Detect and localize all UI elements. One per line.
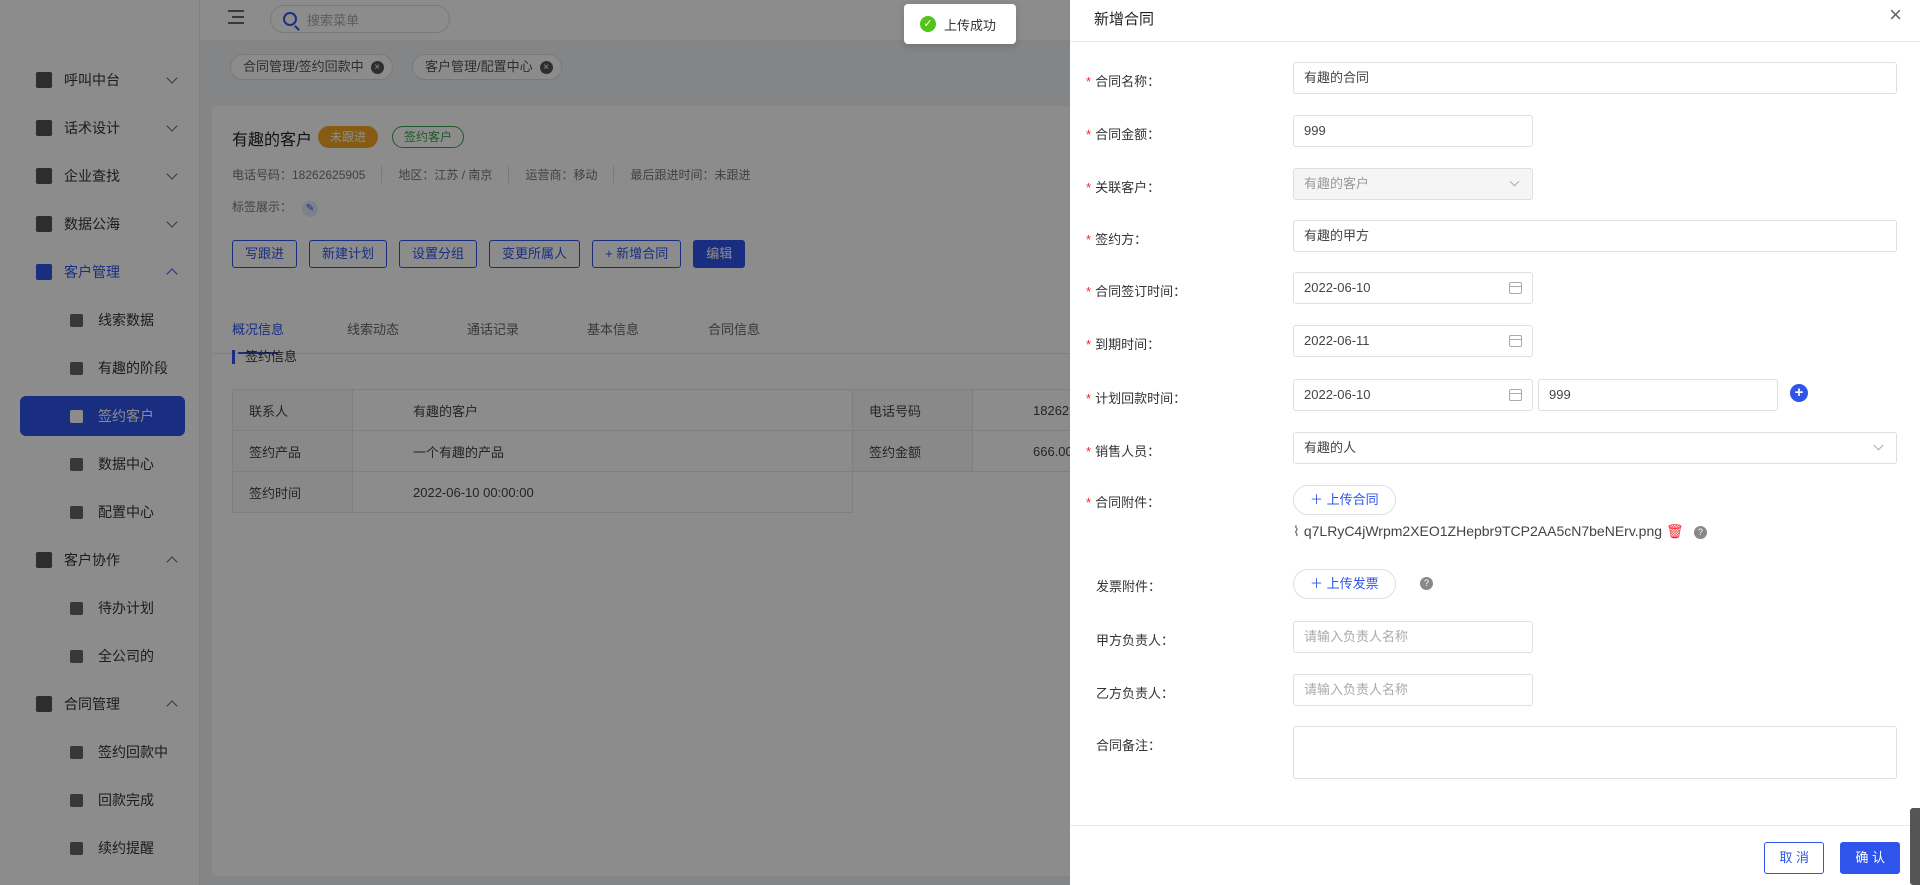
calendar-icon xyxy=(1509,335,1522,347)
partyB-owner-input[interactable]: 请输入负责人名称 xyxy=(1293,674,1533,706)
confirm-button[interactable]: 确 认 xyxy=(1840,842,1900,874)
chevron-down-icon xyxy=(1873,440,1884,451)
related-customer-select: 有趣的客户 xyxy=(1293,168,1533,200)
help-icon[interactable]: ? xyxy=(1420,577,1433,590)
help-icon[interactable]: ? xyxy=(1693,525,1707,539)
calendar-icon xyxy=(1509,282,1522,294)
cancel-button[interactable]: 取 消 xyxy=(1764,842,1824,874)
add-contract-drawer: 新增合同 × * 合同名称： 有趣的合同 * 合同金额： 999 * 关联客户： 有趣… xyxy=(1070,0,1920,885)
expire-date-picker[interactable]: 2022-06-11 xyxy=(1293,325,1533,357)
app-root: 呼叫中台 话术设计 企业查找 数据公海 客户管理 线索数据 有趣的阶段 签约客户… xyxy=(0,0,1920,885)
chevron-down-icon xyxy=(1509,176,1520,187)
add-plan-icon[interactable]: + xyxy=(1790,384,1808,402)
sign-date-picker[interactable]: 2022-06-10 xyxy=(1293,272,1533,304)
calendar-icon xyxy=(1509,389,1522,401)
plan-amount-input[interactable]: 999 xyxy=(1538,379,1778,411)
partyA-owner-input[interactable]: 请输入负责人名称 xyxy=(1293,621,1533,653)
contract-amount-input[interactable]: 999 xyxy=(1293,115,1533,147)
delete-icon[interactable]: 🗑 xyxy=(1666,523,1684,539)
side-indicator xyxy=(1910,808,1920,885)
upload-contract-button[interactable]: ＋ 上传合同 xyxy=(1293,485,1396,515)
check-circle-icon: ✓ xyxy=(920,16,936,32)
drawer-title: 新增合同 xyxy=(1094,11,1155,28)
paperclip-icon: ⌇ xyxy=(1293,523,1300,539)
drawer-footer: 取 消 确 认 xyxy=(1070,825,1920,885)
upload-invoice-button[interactable]: ＋ 上传发票 xyxy=(1293,569,1396,599)
close-icon[interactable]: × xyxy=(1889,4,1902,26)
drawer-header: 新增合同 × xyxy=(1070,0,1920,42)
signing-party-input[interactable]: 有趣的甲方 xyxy=(1293,220,1897,252)
contract-name-input[interactable]: 有趣的合同 xyxy=(1293,62,1897,94)
attachment-file: ⌇ q7LRyC4jWrpm2XEO1ZHepbr9TCP2AA5cN7beNEr… xyxy=(1293,523,1707,540)
contract-remark-textarea[interactable] xyxy=(1293,726,1897,779)
sales-person-select[interactable]: 有趣的人 xyxy=(1293,432,1897,464)
upload-success-toast: ✓ 上传成功 xyxy=(904,4,1016,44)
plan-date-picker[interactable]: 2022-06-10 xyxy=(1293,379,1533,411)
